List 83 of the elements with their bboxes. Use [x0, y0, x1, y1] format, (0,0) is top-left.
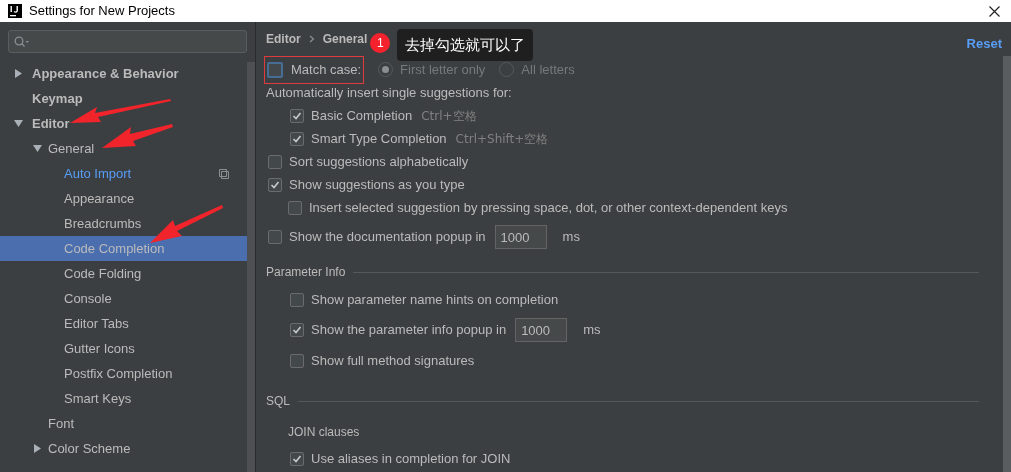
annotation-tooltip: 去掉勾选就可以了: [397, 29, 534, 61]
tree-item[interactable]: Appearance & Behavior: [0, 61, 247, 86]
breadcrumb-item[interactable]: Editor: [266, 30, 301, 48]
tree-item[interactable]: Auto Import: [0, 161, 247, 186]
tree-item[interactable]: Code Folding: [0, 261, 247, 286]
tree-item[interactable]: Editor Tabs: [0, 311, 247, 336]
checkbox-label: Show the parameter info popup in: [311, 321, 507, 340]
unit-label: ms: [562, 228, 580, 247]
expanded-arrow-icon[interactable]: [14, 119, 23, 128]
tree-item[interactable]: Color Scheme: [0, 436, 247, 461]
step-badge: 1: [370, 33, 391, 53]
unit-label: ms: [583, 321, 601, 340]
number-field[interactable]: 1000: [515, 318, 568, 342]
checkbox[interactable]: [290, 131, 304, 146]
expanded-arrow-icon[interactable]: [33, 144, 42, 153]
tree-label: Font: [48, 414, 74, 433]
tree-item[interactable]: Console: [0, 286, 247, 311]
tree-label: Code Completion: [64, 239, 165, 258]
checkbox-label: Show suggestions as you type: [289, 175, 465, 194]
group-heading: Automatically insert single suggestions for:: [266, 83, 513, 102]
scrollbar[interactable]: [247, 62, 255, 472]
checkbox[interactable]: [268, 230, 282, 244]
checkbox[interactable]: [290, 353, 304, 368]
tree-item[interactable]: Smart Keys: [0, 386, 247, 411]
shortcut-hint: Ctrl+空格: [421, 107, 477, 125]
tree-item[interactable]: Keymap: [0, 86, 247, 111]
search-field[interactable]: [8, 30, 247, 53]
tree-label: Gutter Icons: [64, 339, 135, 358]
checkbox[interactable]: [290, 451, 304, 466]
tree-label: Smart Keys: [64, 389, 132, 408]
reset-link[interactable]: Reset: [966, 34, 1002, 54]
checkbox[interactable]: [290, 323, 304, 337]
tree-label: Console: [64, 289, 112, 308]
checkbox[interactable]: [288, 200, 302, 215]
subsection-heading: JOIN clauses: [288, 424, 361, 441]
tree-item[interactable]: General: [0, 136, 247, 161]
tree-item[interactable]: Postfix Completion: [0, 361, 247, 386]
shortcut-hint: Ctrl+Shift+空格: [455, 130, 549, 148]
tree-label: Color Scheme: [48, 439, 131, 458]
tree-item[interactable]: Font: [0, 411, 247, 436]
app-logo-icon: [8, 4, 22, 18]
checkbox-label: Smart Type Completion: [311, 129, 447, 148]
tree-label: Editor: [32, 114, 70, 133]
section-title: SQL: [266, 393, 290, 410]
chevron-icon: [308, 35, 315, 43]
checkbox[interactable]: [267, 61, 283, 78]
checkbox[interactable]: [290, 108, 304, 123]
checkbox[interactable]: [268, 177, 282, 192]
checkbox[interactable]: [290, 292, 304, 307]
checkbox-label: Sort suggestions alphabetically: [289, 152, 469, 171]
tree-item[interactable]: Editor: [0, 111, 247, 136]
tree-label: Postfix Completion: [64, 364, 173, 383]
tree-label: Appearance & Behavior: [32, 64, 179, 83]
scrollbar[interactable]: [1003, 56, 1011, 472]
window-title: Settings for New Projects: [29, 2, 175, 21]
checkbox[interactable]: [268, 154, 282, 169]
tree-label: Breadcrumbs: [64, 214, 142, 233]
checkbox-label: Insert selected suggestion by pressing space, dot, or other context-dependent keys: [309, 198, 788, 217]
checkbox-label: Use aliases in completion for JOIN: [311, 449, 511, 468]
checkbox-label: Match case:: [291, 60, 362, 79]
section-title: Parameter Info: [266, 264, 346, 281]
search-icon: [14, 35, 30, 48]
tree-label: Code Folding: [64, 264, 142, 283]
close-icon[interactable]: [989, 5, 1000, 17]
collapsed-arrow-icon[interactable]: [33, 444, 42, 453]
radio-label: First letter only: [400, 60, 486, 79]
tree-label: General: [48, 139, 95, 158]
tree-label: Appearance: [64, 189, 135, 208]
annotation-arrow: [102, 124, 174, 149]
checkbox-label: Show parameter name hints on completion: [311, 290, 559, 309]
tree-label: Editor Tabs: [64, 314, 129, 333]
collapsed-arrow-icon[interactable]: [14, 69, 23, 78]
checkbox-label: Show the documentation popup in: [289, 228, 486, 247]
tree-label: Auto Import: [64, 164, 132, 183]
tree-item[interactable]: Breadcrumbs: [0, 211, 247, 236]
radio-label: All letters: [521, 60, 575, 79]
tree-item[interactable]: Appearance: [0, 186, 247, 211]
checkbox-label: Basic Completion: [311, 106, 413, 125]
breadcrumb-item[interactable]: General: [322, 30, 368, 48]
number-field[interactable]: 1000: [494, 225, 547, 249]
tree-label: Keymap: [32, 89, 83, 108]
checkbox-label: Show full method signatures: [311, 351, 475, 370]
tree-item[interactable]: Gutter Icons: [0, 336, 247, 361]
